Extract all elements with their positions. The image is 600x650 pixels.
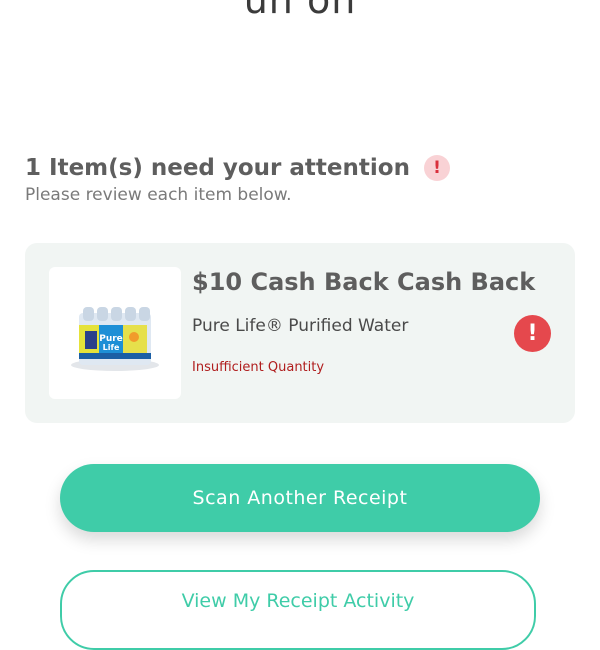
- scan-another-receipt-button[interactable]: Scan Another Receipt: [60, 464, 540, 532]
- attention-subtitle: Please review each item below.: [25, 185, 292, 205]
- water-bottle-pack-image: Pure Life: [71, 307, 159, 371]
- attention-section: 1 Item(s) need your attention ! Please r…: [25, 155, 450, 205]
- alert-icon[interactable]: !: [514, 315, 551, 352]
- svg-text:Life: Life: [103, 343, 120, 352]
- page-title-partial: uh oh: [243, 0, 357, 22]
- attention-title: 1 Item(s) need your attention: [25, 155, 410, 181]
- alert-icon: !: [423, 155, 450, 181]
- attention-title-row: 1 Item(s) need your attention !: [25, 155, 450, 181]
- offer-title: $10 Cash Back Cash Back: [192, 268, 536, 296]
- view-receipt-activity-button[interactable]: View My Receipt Activity: [60, 570, 536, 650]
- product-name: Pure Life® Purified Water: [192, 316, 409, 336]
- item-card[interactable]: Pure Life $10 Cash Back Cash Back Pure L…: [25, 243, 575, 423]
- product-thumbnail: Pure Life: [49, 267, 181, 399]
- item-status: Insufficient Quantity: [192, 360, 325, 375]
